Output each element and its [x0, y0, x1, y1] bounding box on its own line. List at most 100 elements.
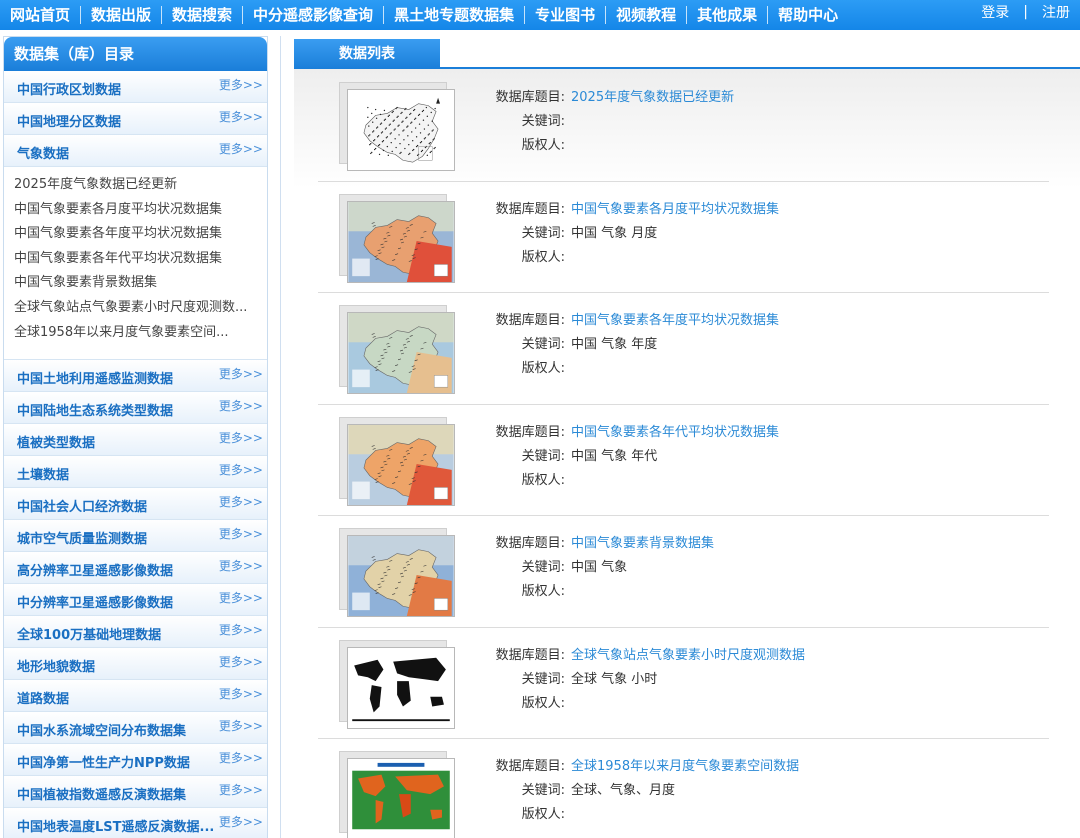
category-label[interactable]: 中国土地利用遥感监测数据 — [17, 368, 173, 387]
more-link[interactable]: 更多>> — [219, 108, 263, 125]
category-row[interactable]: 中国地表温度LST遥感反演数据... 更多>> — [4, 808, 267, 838]
category-row[interactable]: 中国社会人口经济数据 更多>> — [4, 488, 267, 521]
dataset-title-link[interactable]: 中国气象要素各月度平均状况数据集 — [571, 198, 779, 222]
field-label: 数据库题目: — [495, 759, 565, 774]
category-row[interactable]: 全球100万基础地理数据 更多>> — [4, 616, 267, 649]
category-label[interactable]: 地形地貌数据 — [17, 656, 95, 675]
category-row[interactable]: 植被类型数据 更多>> — [4, 424, 267, 457]
dataset-thumbnail[interactable] — [339, 193, 457, 284]
category-label[interactable]: 城市空气质量监测数据 — [17, 528, 147, 547]
more-link[interactable]: 更多>> — [219, 429, 263, 446]
category-row[interactable]: 高分辨率卫星遥感影像数据 更多>> — [4, 552, 267, 585]
category-label[interactable]: 中国净第一性生产力NPP数据 — [17, 752, 190, 771]
tab-data-list[interactable]: 数据列表 — [294, 39, 440, 69]
category-row[interactable]: 中国行政区划数据 更多>> — [4, 71, 267, 103]
dataset-thumbnail[interactable] — [339, 528, 457, 618]
sub-list-item[interactable]: 2025年度气象数据已经更新 — [14, 173, 254, 198]
sub-list-item[interactable]: 全球气象站点气象要素小时尺度观测数... — [14, 296, 254, 321]
nav-data-search[interactable]: 数据搜索 — [162, 6, 244, 24]
category-label[interactable]: 中国地理分区数据 — [17, 111, 121, 130]
category-label[interactable]: 中国社会人口经济数据 — [17, 496, 147, 515]
category-row[interactable]: 土壤数据 更多>> — [4, 456, 267, 489]
dataset-thumbnail[interactable] — [339, 639, 457, 730]
more-link[interactable]: 更多>> — [219, 140, 263, 157]
category-row[interactable]: 城市空气质量监测数据 更多>> — [4, 520, 267, 553]
nav-black-soil-datasets[interactable]: 黑土地专题数据集 — [384, 6, 526, 24]
category-label[interactable]: 中国行政区划数据 — [17, 79, 121, 98]
category-row[interactable]: 中分辨率卫星遥感影像数据 更多>> — [4, 584, 267, 617]
dataset-title-link[interactable]: 全球1958年以来月度气象要素空间数据 — [571, 755, 799, 779]
more-link[interactable]: 更多>> — [219, 621, 263, 638]
more-link[interactable]: 更多>> — [219, 365, 263, 382]
nav-video-tutorials[interactable]: 视频教程 — [606, 6, 688, 24]
sub-list-item[interactable]: 中国气象要素各月度平均状况数据集 — [14, 198, 254, 223]
category-label[interactable]: 中分辨率卫星遥感影像数据 — [17, 592, 173, 611]
dataset-thumbnail[interactable] — [339, 416, 457, 507]
more-link[interactable]: 更多>> — [219, 557, 263, 574]
field-label: 数据库题目: — [495, 90, 565, 105]
category-label[interactable]: 土壤数据 — [17, 464, 69, 483]
category-label[interactable]: 气象数据 — [17, 143, 69, 162]
more-link[interactable]: 更多>> — [219, 813, 263, 830]
category-label[interactable]: 植被类型数据 — [17, 432, 95, 451]
category-row[interactable]: 中国土地利用遥感监测数据 更多>> — [4, 360, 267, 393]
field-label: 版权人: — [521, 584, 565, 599]
dataset-thumbnail[interactable] — [339, 82, 457, 172]
map-thumbnail-image[interactable] — [347, 423, 455, 506]
map-thumbnail-image[interactable] — [347, 646, 455, 729]
nav-help-center[interactable]: 帮助中心 — [768, 6, 848, 24]
field-title: 数据库题目: 2025年度气象数据已经更新 — [486, 86, 1046, 110]
map-thumbnail-image[interactable] — [347, 200, 455, 283]
category-row[interactable]: 道路数据 更多>> — [4, 680, 267, 713]
category-row[interactable]: 中国净第一性生产力NPP数据 更多>> — [4, 744, 267, 777]
category-row[interactable]: 中国陆地生态系统类型数据 更多>> — [4, 392, 267, 425]
more-link[interactable]: 更多>> — [219, 493, 263, 510]
field-label: 版权人: — [521, 138, 565, 153]
keywords-value: 中国 气象 月度 — [571, 225, 658, 241]
category-row[interactable]: 地形地貌数据 更多>> — [4, 648, 267, 681]
dataset-title-link[interactable]: 中国气象要素背景数据集 — [571, 532, 714, 556]
category-row-weather[interactable]: 气象数据 更多>> — [4, 135, 267, 167]
map-thumbnail-image[interactable] — [347, 758, 455, 838]
dataset-title-link[interactable]: 2025年度气象数据已经更新 — [571, 86, 734, 110]
more-link[interactable]: 更多>> — [219, 685, 263, 702]
nav-remote-sensing-query[interactable]: 中分遥感影像查询 — [243, 6, 385, 24]
more-link[interactable]: 更多>> — [219, 589, 263, 606]
sub-list-item[interactable]: 中国气象要素各年度平均状况数据集 — [14, 222, 254, 247]
login-link[interactable]: 登录 — [981, 2, 1009, 22]
category-label[interactable]: 中国植被指数遥感反演数据集 — [17, 784, 186, 803]
category-row[interactable]: 中国水系流域空间分布数据集 更多>> — [4, 712, 267, 745]
dataset-thumbnail[interactable] — [339, 305, 457, 395]
more-link[interactable]: 更多>> — [219, 76, 263, 93]
category-label[interactable]: 高分辨率卫星遥感影像数据 — [17, 560, 173, 579]
more-link[interactable]: 更多>> — [219, 525, 263, 542]
category-label[interactable]: 道路数据 — [17, 688, 69, 707]
nav-home[interactable]: 网站首页 — [0, 6, 82, 24]
category-label[interactable]: 全球100万基础地理数据 — [17, 624, 161, 643]
category-row[interactable]: 中国植被指数遥感反演数据集 更多>> — [4, 776, 267, 809]
more-link[interactable]: 更多>> — [219, 749, 263, 766]
nav-other-results[interactable]: 其他成果 — [687, 6, 769, 24]
more-link[interactable]: 更多>> — [219, 397, 263, 414]
map-thumbnail-image[interactable] — [347, 89, 455, 171]
sub-list-item[interactable]: 全球1958年以来月度气象要素空间... — [14, 321, 254, 346]
category-label[interactable]: 中国陆地生态系统类型数据 — [17, 400, 173, 419]
sub-list-item[interactable]: 中国气象要素背景数据集 — [14, 271, 254, 296]
dataset-title-link[interactable]: 中国气象要素各年代平均状况数据集 — [571, 421, 779, 445]
map-thumbnail-image[interactable] — [347, 535, 455, 617]
dataset-title-link[interactable]: 中国气象要素各年度平均状况数据集 — [571, 309, 779, 333]
more-link[interactable]: 更多>> — [219, 781, 263, 798]
dataset-thumbnail[interactable] — [339, 751, 457, 838]
category-label[interactable]: 中国地表温度LST遥感反演数据... — [17, 816, 214, 835]
category-label[interactable]: 中国水系流域空间分布数据集 — [17, 720, 186, 739]
category-row[interactable]: 中国地理分区数据 更多>> — [4, 103, 267, 135]
dataset-title-link[interactable]: 全球气象站点气象要素小时尺度观测数据 — [571, 644, 805, 668]
nav-data-publishing[interactable]: 数据出版 — [81, 6, 163, 24]
sub-list-item[interactable]: 中国气象要素各年代平均状况数据集 — [14, 247, 254, 272]
register-link[interactable]: 注册 — [1042, 2, 1070, 22]
more-link[interactable]: 更多>> — [219, 717, 263, 734]
map-thumbnail-image[interactable] — [347, 312, 455, 394]
nav-books[interactable]: 专业图书 — [525, 6, 607, 24]
more-link[interactable]: 更多>> — [219, 461, 263, 478]
more-link[interactable]: 更多>> — [219, 653, 263, 670]
